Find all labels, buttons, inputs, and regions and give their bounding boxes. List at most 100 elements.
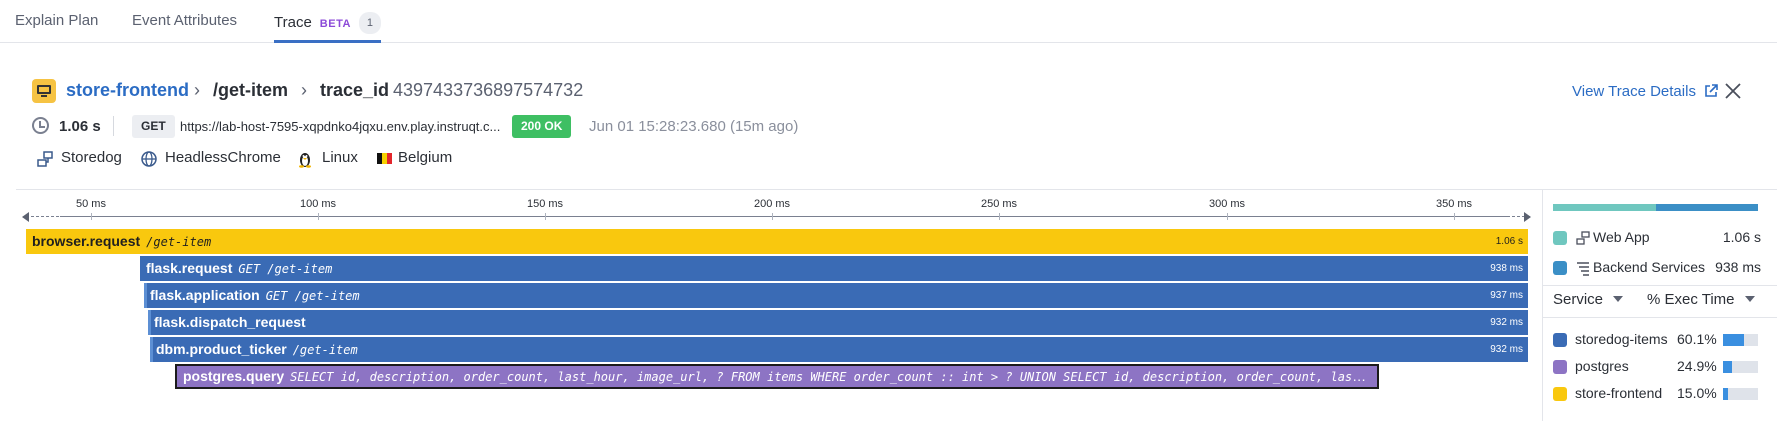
tick-label: 150 ms <box>526 198 564 210</box>
span-operation: flask.request <box>146 260 233 276</box>
span-operation: dbm.product_ticker <box>156 341 287 357</box>
divider <box>113 116 114 136</box>
linux-icon <box>299 153 311 168</box>
view-trace-details-link[interactable]: View Trace Details <box>1572 83 1696 100</box>
resource-name: /get-item <box>213 80 289 100</box>
timeline-axis-line <box>60 216 1510 217</box>
row-value: 1.06 s <box>1722 229 1761 245</box>
row-label: Backend Services <box>1593 259 1706 275</box>
flame-graph[interactable]: 50 ms 100 ms 150 ms 200 ms 250 ms 300 ms… <box>0 189 1542 421</box>
chevron-right-icon: › <box>301 80 307 100</box>
close-icon[interactable] <box>1724 82 1742 100</box>
service-icon <box>1576 231 1590 245</box>
row-label: Web App <box>1593 229 1650 245</box>
exec-time-bar <box>1723 334 1758 346</box>
tag-storedog[interactable]: Storedog <box>61 149 122 166</box>
trace-id-label: trace_id <box>320 80 390 100</box>
tab-explain-plan[interactable]: Explain Plan <box>15 12 98 43</box>
service-icon <box>37 151 53 167</box>
arrow-left-icon <box>22 212 29 222</box>
tick-mark <box>318 213 319 220</box>
clock-icon <box>32 117 49 134</box>
span-operation: browser.request <box>32 233 141 249</box>
exec-time-split-bar <box>1553 204 1758 211</box>
service-name: postgres <box>1575 358 1629 374</box>
tab-label: Explain Plan <box>15 12 99 29</box>
span-postgres-query[interactable]: postgres.query SELECT id, description, or… <box>175 364 1379 389</box>
service-pct: 15.0% <box>1677 385 1717 401</box>
trace-duration: 1.06 s <box>59 118 101 135</box>
span-flask-dispatch-request[interactable]: flask.dispatch_request 932 ms <box>148 310 1528 335</box>
span-resource: /get-item <box>146 235 212 249</box>
external-link-icon[interactable] <box>1704 84 1718 98</box>
tab-trace[interactable]: Trace BETA 1 <box>274 12 381 43</box>
backend-services-row: Backend Services 938 ms <box>1543 257 1777 281</box>
divider <box>1543 285 1777 286</box>
chevron-right-icon: › <box>194 80 200 100</box>
globe-icon <box>141 151 157 167</box>
monitor-icon <box>32 79 56 103</box>
belgium-flag-icon <box>377 153 392 164</box>
request-url[interactable]: https://lab-host-7595-xqpdnko4jqxu.env.p… <box>180 119 506 134</box>
span-duration: 932 ms <box>1490 344 1523 355</box>
span-resource: GET /get-item <box>265 289 360 303</box>
tab-count-badge: 1 <box>358 12 381 34</box>
tick-label: 100 ms <box>299 198 337 210</box>
span-browser-request[interactable]: browser.request/get-item 1.06 s <box>26 229 1528 254</box>
exec-time-bar <box>1723 388 1758 400</box>
beta-badge: BETA <box>319 18 351 30</box>
span-flask-application[interactable]: flask.application GET /get-item 937 ms <box>144 283 1528 308</box>
service-swatch <box>1553 333 1567 347</box>
span-operation: flask.application <box>150 287 260 303</box>
tick-label: 200 ms <box>753 198 791 210</box>
service-swatch <box>1553 360 1567 374</box>
tag-browser[interactable]: HeadlessChrome <box>165 149 281 166</box>
tick-mark <box>1454 213 1455 220</box>
span-dbm-product-ticker[interactable]: dbm.product_ticker/get-item 932 ms <box>150 337 1528 362</box>
tick-mark <box>999 213 1000 220</box>
tab-bar: Explain Plan Event Attributes Trace BETA 1 <box>0 0 1777 43</box>
backend-services-segment <box>1655 204 1758 211</box>
web-app-row: Web App 1.06 s <box>1543 227 1777 251</box>
tab-event-attributes[interactable]: Event Attributes <box>132 12 237 43</box>
service-row[interactable]: store-frontend 15.0% <box>1543 383 1777 407</box>
tick-mark <box>1227 213 1228 220</box>
service-row[interactable]: postgres 24.9% <box>1543 356 1777 380</box>
tag-country[interactable]: Belgium <box>398 149 452 166</box>
span-duration: 1.06 s <box>1495 236 1523 247</box>
span-resource: GET /get-item <box>238 262 333 276</box>
span-duration: 937 ms <box>1490 290 1523 301</box>
service-link[interactable]: store-frontend <box>66 80 189 101</box>
filter-list-icon <box>1577 262 1589 276</box>
tick-label: 300 ms <box>1208 198 1246 210</box>
timestamp: Jun 01 15:28:23.680 (15m ago) <box>589 118 799 135</box>
span-resource: /get-item <box>292 343 358 357</box>
tick-label: 350 ms <box>1435 198 1473 210</box>
sort-by-service[interactable]: Service <box>1553 291 1624 308</box>
trace-id-value: 4397433736897574732 <box>393 80 584 100</box>
service-name: store-frontend <box>1575 385 1663 401</box>
service-pct: 24.9% <box>1677 358 1717 374</box>
sort-label: % Exec Time <box>1647 291 1735 308</box>
tick-mark <box>91 213 92 220</box>
span-flask-request[interactable]: flask.request GET /get-item 938 ms <box>140 256 1528 281</box>
web-app-swatch <box>1553 231 1567 245</box>
backend-services-swatch <box>1553 261 1567 275</box>
sort-by-exec-time[interactable]: % Exec Time <box>1647 291 1755 308</box>
web-app-segment <box>1553 204 1656 211</box>
service-swatch <box>1553 387 1567 401</box>
tick-label: 250 ms <box>980 198 1018 210</box>
service-row[interactable]: storedog-items 60.1% <box>1543 329 1777 353</box>
tab-label: Trace <box>274 14 312 31</box>
span-resource: SELECT id, description, order_count, las… <box>290 370 1379 384</box>
tick-mark <box>772 213 773 220</box>
divider <box>1543 317 1777 318</box>
service-pct: 60.1% <box>1677 331 1717 347</box>
sort-label: Service <box>1553 291 1604 308</box>
span-operation: flask.dispatch_request <box>154 314 306 330</box>
tab-label: Event Attributes <box>132 12 238 29</box>
tag-os[interactable]: Linux <box>322 149 358 166</box>
tick-label: 50 ms <box>76 198 106 210</box>
tick-mark <box>545 213 546 220</box>
service-name: storedog-items <box>1575 331 1668 347</box>
